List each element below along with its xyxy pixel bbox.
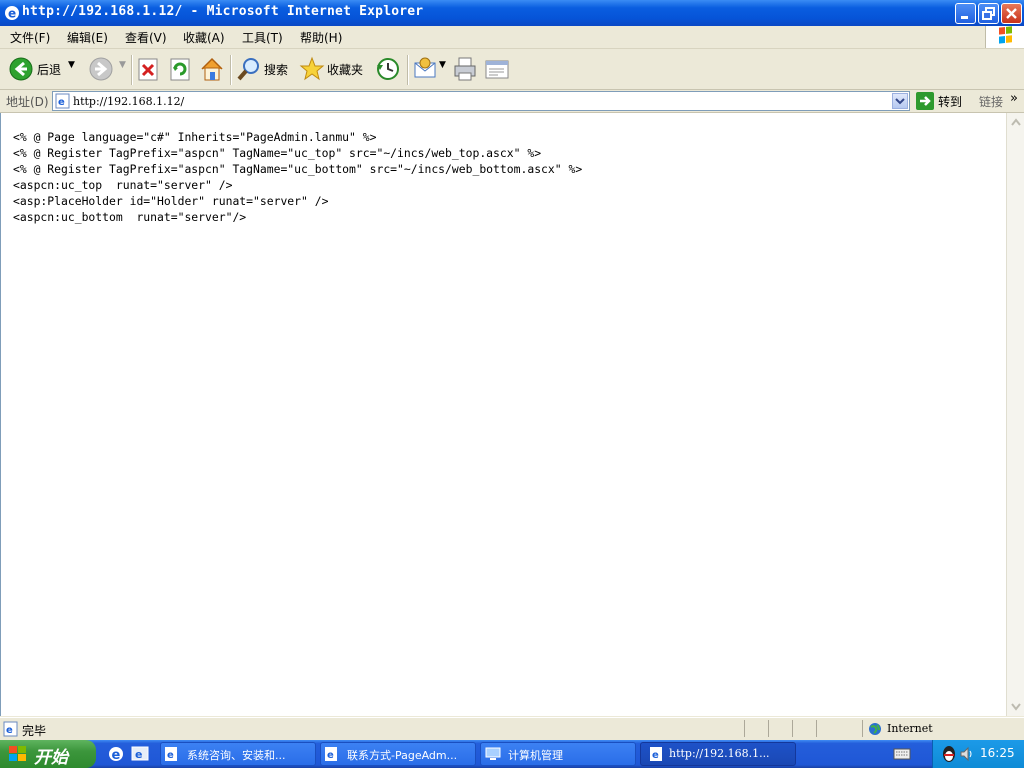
back-button[interactable] xyxy=(8,55,34,83)
code-line: <% @ Register TagPrefix="aspcn" TagName=… xyxy=(13,146,542,160)
svg-text:e: e xyxy=(58,97,65,108)
windows-flag-icon xyxy=(8,745,28,763)
home-button[interactable] xyxy=(199,55,225,83)
window-title: http://192.168.1.12/ - Microsoft Interne… xyxy=(22,4,424,19)
vertical-scrollbar[interactable] xyxy=(1006,113,1024,716)
status-divider xyxy=(816,720,817,737)
taskbar-item-label: http://192.168.1... xyxy=(669,747,770,760)
menu-edit[interactable]: 编辑(E) xyxy=(67,29,108,46)
page-status-icon: e xyxy=(3,721,19,737)
forward-button[interactable] xyxy=(88,55,114,83)
status-text: 完毕 xyxy=(22,724,47,738)
windows-logo-icon xyxy=(985,26,1024,48)
taskbar-item[interactable]: e 联系方式-PageAdm... xyxy=(320,742,476,766)
menu-bar: 文件(F) 编辑(E) 查看(V) 收藏(A) 工具(T) 帮助(H) xyxy=(0,26,1024,49)
taskbar-item[interactable]: e 系统咨询、安装和... xyxy=(160,742,316,766)
toolbar-separator xyxy=(407,55,409,85)
code-line: <aspcn:uc_bottom runat="server"/> xyxy=(13,210,247,224)
stop-button[interactable] xyxy=(137,55,159,83)
menu-favorites[interactable]: 收藏(A) xyxy=(183,29,225,46)
ie-page-icon: e xyxy=(324,746,338,762)
go-arrow-icon[interactable] xyxy=(916,92,934,110)
svg-text:e: e xyxy=(135,748,142,761)
restore-button[interactable] xyxy=(978,3,999,24)
menu-view[interactable]: 查看(V) xyxy=(125,29,167,46)
status-divider xyxy=(744,720,745,737)
edit-button[interactable] xyxy=(484,55,510,83)
svg-text:e: e xyxy=(327,750,334,761)
start-label[interactable]: 开始 xyxy=(34,743,68,768)
system-tray: 16:25 xyxy=(932,740,1024,768)
back-label[interactable]: 后退 xyxy=(37,61,61,78)
mail-button[interactable] xyxy=(413,55,437,83)
chevron-right-icon[interactable]: » xyxy=(1010,91,1018,106)
keyboard-icon[interactable] xyxy=(893,748,911,760)
favorites-star-icon[interactable] xyxy=(299,55,325,83)
start-button[interactable]: 开始 xyxy=(0,740,96,768)
taskbar-item-label: 系统咨询、安装和... xyxy=(187,749,286,762)
svg-text:e: e xyxy=(6,725,13,736)
go-button[interactable]: 转到 xyxy=(938,93,962,110)
code-line: <% @ Page language="c#" Inherits="PageAd… xyxy=(13,130,377,144)
quicklaunch-desktop-icon[interactable]: e xyxy=(131,745,149,763)
clock: 16:25 xyxy=(980,746,1015,760)
mail-dropdown-icon[interactable]: ▼ xyxy=(439,60,446,70)
history-button[interactable] xyxy=(374,55,402,83)
svg-text:e: e xyxy=(112,748,121,763)
code-line: <asp:PlaceHolder id="Holder" runat="serv… xyxy=(13,194,329,208)
taskbar-item-active[interactable]: e http://192.168.1... xyxy=(640,742,796,766)
taskbar-item-label: 计算机管理 xyxy=(508,749,563,762)
search-button[interactable] xyxy=(236,55,262,83)
print-button[interactable] xyxy=(452,55,478,83)
code-line: <aspcn:uc_top runat="server" /> xyxy=(13,178,233,192)
speaker-icon[interactable] xyxy=(959,745,975,763)
address-bar: 地址(D) e http://192.168.1.12/ 转到 链接 » xyxy=(0,90,1024,113)
svg-text:e: e xyxy=(8,7,16,21)
status-bar: e 完毕 Internet xyxy=(0,717,1024,740)
status-divider xyxy=(792,720,793,737)
address-input[interactable]: e http://192.168.1.12/ xyxy=(52,91,910,111)
ie-icon: e xyxy=(4,5,20,21)
favorites-label[interactable]: 收藏夹 xyxy=(327,61,363,78)
status-divider xyxy=(862,720,863,737)
menu-tools[interactable]: 工具(T) xyxy=(242,29,283,46)
address-label: 地址(D) xyxy=(6,95,49,109)
source-code: <% @ Page language="c#" Inherits="PageAd… xyxy=(13,129,582,225)
minimize-button[interactable] xyxy=(955,3,976,24)
close-button[interactable] xyxy=(1001,3,1022,24)
globe-icon xyxy=(868,722,882,736)
security-zone: Internet xyxy=(887,722,933,735)
menu-help[interactable]: 帮助(H) xyxy=(300,29,342,46)
forward-dropdown-icon[interactable]: ▼ xyxy=(119,60,126,70)
back-dropdown-icon[interactable]: ▼ xyxy=(68,60,75,70)
scroll-up-button[interactable] xyxy=(1008,114,1024,131)
quicklaunch-ie-icon[interactable]: e xyxy=(107,745,125,763)
toolbar-separator xyxy=(131,55,133,85)
ie-page-icon: e xyxy=(649,746,663,762)
taskbar: 开始 e e e 系统咨询、安装和... e 联系方式-PageAdm... 计… xyxy=(0,740,1024,768)
search-label[interactable]: 搜索 xyxy=(264,61,288,78)
qq-penguin-icon[interactable] xyxy=(941,745,957,763)
refresh-button[interactable] xyxy=(169,55,191,83)
title-bar: e http://192.168.1.12/ - Microsoft Inter… xyxy=(0,0,1024,26)
status-divider xyxy=(768,720,769,737)
menu-file[interactable]: 文件(F) xyxy=(10,29,50,46)
computer-icon xyxy=(485,747,501,761)
address-value[interactable]: http://192.168.1.12/ xyxy=(73,95,184,108)
ie-page-icon: e xyxy=(164,746,178,762)
page-icon: e xyxy=(55,93,71,109)
toolbar-separator xyxy=(230,55,232,85)
code-line: <% @ Register TagPrefix="aspcn" TagName=… xyxy=(13,162,583,176)
svg-text:e: e xyxy=(652,750,659,761)
scroll-down-button[interactable] xyxy=(1008,698,1024,715)
taskbar-item-label: 联系方式-PageAdm... xyxy=(347,749,458,762)
links-button[interactable]: 链接 xyxy=(979,93,1003,110)
page-content: <% @ Page language="c#" Inherits="PageAd… xyxy=(0,113,1006,716)
address-dropdown-button[interactable] xyxy=(892,93,908,109)
svg-text:e: e xyxy=(167,750,174,761)
taskbar-item[interactable]: 计算机管理 xyxy=(480,742,636,766)
standard-toolbar: 后退 ▼ ▼ 搜索 收藏夹 ▼ xyxy=(0,49,1024,90)
